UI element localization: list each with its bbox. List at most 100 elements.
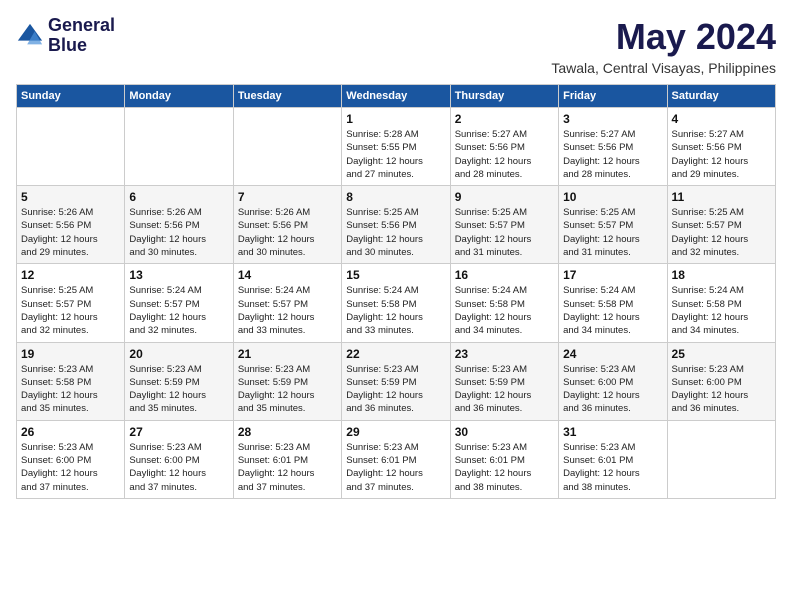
- cell-content: Sunrise: 5:25 AM Sunset: 5:57 PM Dayligh…: [563, 206, 662, 259]
- day-number: 11: [672, 190, 771, 204]
- day-number: 29: [346, 425, 445, 439]
- logo: General Blue: [16, 16, 115, 56]
- calendar-cell: 12 Sunrise: 5:25 AM Sunset: 5:57 PM Dayli…: [17, 264, 125, 342]
- cell-content: Sunrise: 5:23 AM Sunset: 6:00 PM Dayligh…: [563, 363, 662, 416]
- logo-icon: [16, 22, 44, 50]
- weekday-header-tuesday: Tuesday: [233, 85, 341, 108]
- cell-content: Sunrise: 5:26 AM Sunset: 5:56 PM Dayligh…: [238, 206, 337, 259]
- cell-content: Sunrise: 5:23 AM Sunset: 5:59 PM Dayligh…: [129, 363, 228, 416]
- location: Tawala, Central Visayas, Philippines: [551, 60, 776, 76]
- weekday-header-friday: Friday: [559, 85, 667, 108]
- calendar-cell: 6Sunrise: 5:26 AM Sunset: 5:56 PM Daylig…: [125, 186, 233, 264]
- page-header: General Blue May 2024 Tawala, Central Vi…: [16, 16, 776, 76]
- cell-content: Sunrise: 5:23 AM Sunset: 5:59 PM Dayligh…: [455, 363, 554, 416]
- cell-content: Sunrise: 5:27 AM Sunset: 5:56 PM Dayligh…: [563, 128, 662, 181]
- day-number: 16: [455, 268, 554, 282]
- calendar-cell: 17 Sunrise: 5:24 AM Sunset: 5:58 PM Dayli…: [559, 264, 667, 342]
- calendar-cell: [17, 108, 125, 186]
- calendar-body: 1Sunrise: 5:28 AM Sunset: 5:55 PM Daylig…: [17, 108, 776, 499]
- day-number: 31: [563, 425, 662, 439]
- day-number: 5: [21, 190, 120, 204]
- day-number: 7: [238, 190, 337, 204]
- day-number: 25: [672, 347, 771, 361]
- calendar-cell: 19Sunrise: 5:23 AM Sunset: 5:58 PM Dayli…: [17, 342, 125, 420]
- cell-content: Sunrise: 5:23 AM Sunset: 5:59 PM Dayligh…: [238, 363, 337, 416]
- calendar-cell: 10Sunrise: 5:25 AM Sunset: 5:57 PM Dayli…: [559, 186, 667, 264]
- month-title: May 2024: [551, 16, 776, 58]
- calendar-cell: 27 Sunrise: 5:23 AM Sunset: 6:00 PM Dayli…: [125, 420, 233, 498]
- cell-content: Sunrise: 5:27 AM Sunset: 5:56 PM Dayligh…: [455, 128, 554, 181]
- cell-content: Sunrise: 5:25 AM Sunset: 5:57 PM Dayligh…: [672, 206, 771, 259]
- weekday-header-wednesday: Wednesday: [342, 85, 450, 108]
- day-number: 27: [129, 425, 228, 439]
- calendar-cell: 5 Sunrise: 5:26 AM Sunset: 5:56 PM Daylig…: [17, 186, 125, 264]
- calendar-cell: 25 Sunrise: 5:23 AM Sunset: 6:00 PM Dayli…: [667, 342, 775, 420]
- calendar-cell: 20 Sunrise: 5:23 AM Sunset: 5:59 PM Dayli…: [125, 342, 233, 420]
- calendar-cell: 15 Sunrise: 5:24 AM Sunset: 5:58 PM Dayli…: [342, 264, 450, 342]
- cell-content: Sunrise: 5:25 AM Sunset: 5:56 PM Dayligh…: [346, 206, 445, 259]
- day-number: 8: [346, 190, 445, 204]
- cell-content: Sunrise: 5:23 AM Sunset: 6:00 PM Dayligh…: [672, 363, 771, 416]
- calendar-cell: 9 Sunrise: 5:25 AM Sunset: 5:57 PM Daylig…: [450, 186, 558, 264]
- day-number: 28: [238, 425, 337, 439]
- day-number: 12: [21, 268, 120, 282]
- day-number: 20: [129, 347, 228, 361]
- cell-content: Sunrise: 5:24 AM Sunset: 5:58 PM Dayligh…: [672, 284, 771, 337]
- day-number: 17: [563, 268, 662, 282]
- cell-content: Sunrise: 5:23 AM Sunset: 6:01 PM Dayligh…: [563, 441, 662, 494]
- day-number: 21: [238, 347, 337, 361]
- calendar-cell: 26Sunrise: 5:23 AM Sunset: 6:00 PM Dayli…: [17, 420, 125, 498]
- day-number: 13: [129, 268, 228, 282]
- day-number: 23: [455, 347, 554, 361]
- cell-content: Sunrise: 5:27 AM Sunset: 5:56 PM Dayligh…: [672, 128, 771, 181]
- calendar-cell: 18Sunrise: 5:24 AM Sunset: 5:58 PM Dayli…: [667, 264, 775, 342]
- cell-content: Sunrise: 5:23 AM Sunset: 6:00 PM Dayligh…: [129, 441, 228, 494]
- cell-content: Sunrise: 5:26 AM Sunset: 5:56 PM Dayligh…: [129, 206, 228, 259]
- cell-content: Sunrise: 5:23 AM Sunset: 5:58 PM Dayligh…: [21, 363, 120, 416]
- title-block: May 2024 Tawala, Central Visayas, Philip…: [551, 16, 776, 76]
- weekday-header-saturday: Saturday: [667, 85, 775, 108]
- cell-content: Sunrise: 5:23 AM Sunset: 6:01 PM Dayligh…: [455, 441, 554, 494]
- weekday-header-monday: Monday: [125, 85, 233, 108]
- cell-content: Sunrise: 5:23 AM Sunset: 6:01 PM Dayligh…: [238, 441, 337, 494]
- cell-content: Sunrise: 5:23 AM Sunset: 6:00 PM Dayligh…: [21, 441, 120, 494]
- calendar-week-2: 5 Sunrise: 5:26 AM Sunset: 5:56 PM Daylig…: [17, 186, 776, 264]
- calendar-cell: 1Sunrise: 5:28 AM Sunset: 5:55 PM Daylig…: [342, 108, 450, 186]
- calendar-cell: 30Sunrise: 5:23 AM Sunset: 6:01 PM Dayli…: [450, 420, 558, 498]
- day-number: 22: [346, 347, 445, 361]
- calendar-week-5: 26Sunrise: 5:23 AM Sunset: 6:00 PM Dayli…: [17, 420, 776, 498]
- calendar-cell: [125, 108, 233, 186]
- cell-content: Sunrise: 5:23 AM Sunset: 6:01 PM Dayligh…: [346, 441, 445, 494]
- calendar-cell: 3 Sunrise: 5:27 AM Sunset: 5:56 PM Daylig…: [559, 108, 667, 186]
- calendar-week-3: 12 Sunrise: 5:25 AM Sunset: 5:57 PM Dayli…: [17, 264, 776, 342]
- calendar-cell: 23 Sunrise: 5:23 AM Sunset: 5:59 PM Dayli…: [450, 342, 558, 420]
- calendar-cell: 13 Sunrise: 5:24 AM Sunset: 5:57 PM Dayli…: [125, 264, 233, 342]
- calendar-cell: 16Sunrise: 5:24 AM Sunset: 5:58 PM Dayli…: [450, 264, 558, 342]
- calendar-cell: 2 Sunrise: 5:27 AM Sunset: 5:56 PM Daylig…: [450, 108, 558, 186]
- cell-content: Sunrise: 5:25 AM Sunset: 5:57 PM Dayligh…: [21, 284, 120, 337]
- cell-content: Sunrise: 5:24 AM Sunset: 5:57 PM Dayligh…: [238, 284, 337, 337]
- calendar-cell: 31 Sunrise: 5:23 AM Sunset: 6:01 PM Dayli…: [559, 420, 667, 498]
- cell-content: Sunrise: 5:25 AM Sunset: 5:57 PM Dayligh…: [455, 206, 554, 259]
- cell-content: Sunrise: 5:24 AM Sunset: 5:57 PM Dayligh…: [129, 284, 228, 337]
- calendar-cell: 21 Sunrise: 5:23 AM Sunset: 5:59 PM Dayli…: [233, 342, 341, 420]
- day-number: 3: [563, 112, 662, 126]
- day-number: 14: [238, 268, 337, 282]
- cell-content: Sunrise: 5:26 AM Sunset: 5:56 PM Dayligh…: [21, 206, 120, 259]
- calendar-cell: 14 Sunrise: 5:24 AM Sunset: 5:57 PM Dayli…: [233, 264, 341, 342]
- cell-content: Sunrise: 5:23 AM Sunset: 5:59 PM Dayligh…: [346, 363, 445, 416]
- day-number: 9: [455, 190, 554, 204]
- calendar-cell: 7 Sunrise: 5:26 AM Sunset: 5:56 PM Daylig…: [233, 186, 341, 264]
- calendar-cell: 29 Sunrise: 5:23 AM Sunset: 6:01 PM Dayli…: [342, 420, 450, 498]
- cell-content: Sunrise: 5:24 AM Sunset: 5:58 PM Dayligh…: [563, 284, 662, 337]
- calendar-header-row: SundayMondayTuesdayWednesdayThursdayFrid…: [17, 85, 776, 108]
- cell-content: Sunrise: 5:24 AM Sunset: 5:58 PM Dayligh…: [346, 284, 445, 337]
- calendar-cell: 11 Sunrise: 5:25 AM Sunset: 5:57 PM Dayli…: [667, 186, 775, 264]
- calendar-cell: 8 Sunrise: 5:25 AM Sunset: 5:56 PM Daylig…: [342, 186, 450, 264]
- logo-text: General Blue: [48, 16, 115, 56]
- calendar-cell: [667, 420, 775, 498]
- day-number: 2: [455, 112, 554, 126]
- day-number: 15: [346, 268, 445, 282]
- calendar-table: SundayMondayTuesdayWednesdayThursdayFrid…: [16, 84, 776, 499]
- weekday-header-thursday: Thursday: [450, 85, 558, 108]
